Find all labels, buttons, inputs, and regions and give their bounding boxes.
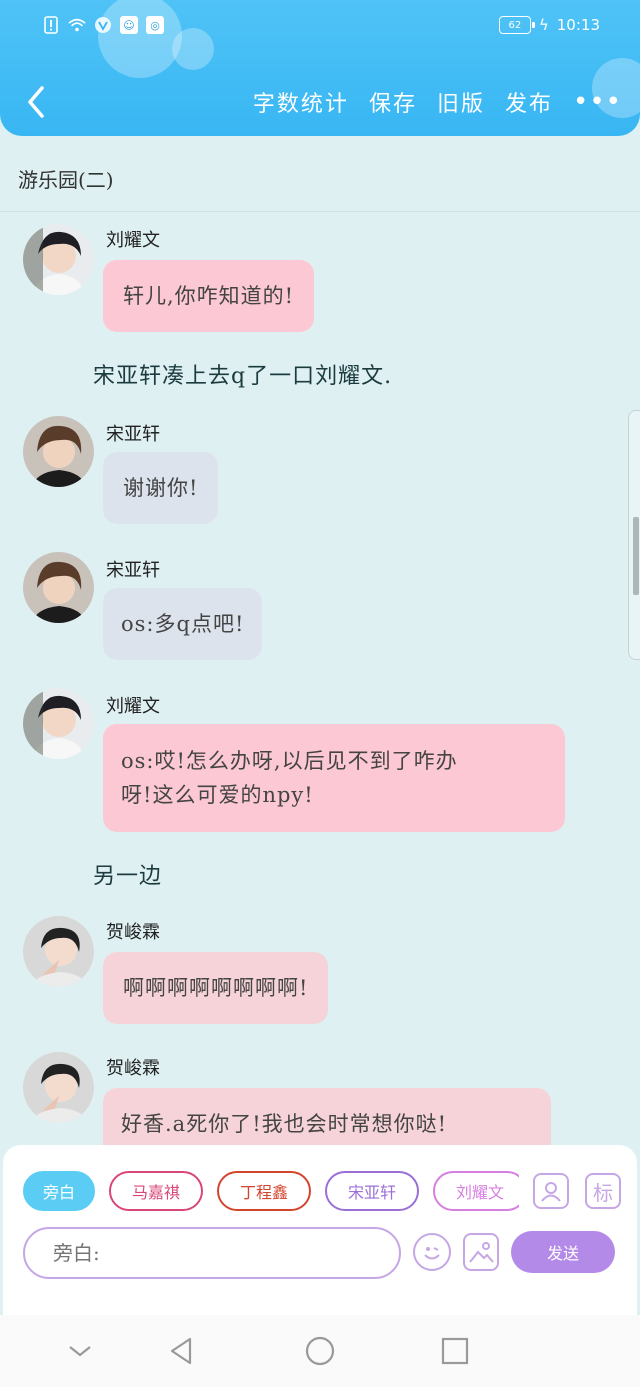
role-chip[interactable]: 马嘉祺 bbox=[109, 1171, 203, 1211]
role-chip-narrator[interactable]: 旁白 bbox=[23, 1171, 95, 1211]
wifi-icon bbox=[68, 16, 86, 34]
sim-alert-icon bbox=[42, 16, 60, 34]
avatar[interactable] bbox=[23, 552, 94, 623]
vpn-icon bbox=[94, 16, 112, 34]
message-bubble[interactable]: 谢谢你! bbox=[103, 452, 219, 524]
system-navigation-bar bbox=[0, 1315, 640, 1387]
clock: 10:13 bbox=[556, 16, 600, 34]
composer-panel: 旁白 马嘉祺 丁程鑫 宋亚轩 刘耀文 标 发送 bbox=[3, 1145, 637, 1315]
nav-home-button[interactable] bbox=[302, 1333, 338, 1369]
circle-home-icon bbox=[305, 1336, 335, 1366]
chapter-title[interactable]: 游乐园(二) bbox=[18, 164, 114, 193]
status-bar: ☺ ◎ 62 ϟ 10:13 bbox=[0, 0, 640, 56]
word-count-button[interactable]: 字数统计 bbox=[253, 86, 349, 118]
narration-text[interactable]: 宋亚轩凑上去q了一口刘耀文. bbox=[93, 358, 392, 390]
person-card-icon bbox=[541, 1182, 561, 1202]
scrollbar-thumb[interactable] bbox=[633, 517, 639, 595]
sender-name: 贺峻霖 bbox=[106, 922, 160, 943]
chevron-down-icon bbox=[69, 1346, 91, 1357]
message-bubble[interactable]: os:多q点吧! bbox=[103, 588, 263, 660]
avatar[interactable] bbox=[23, 416, 94, 487]
nav-back-button[interactable] bbox=[164, 1333, 200, 1369]
message-line: os:哎!怎么办呀,以后见不到了咋办 bbox=[121, 749, 458, 773]
back-button[interactable] bbox=[22, 82, 52, 122]
tag-button[interactable]: 标 bbox=[585, 1173, 621, 1209]
more-button[interactable]: ••• bbox=[573, 89, 622, 115]
narration-text[interactable]: 另一边 bbox=[93, 858, 162, 890]
message-bubble[interactable]: 轩儿,你咋知道的! bbox=[103, 260, 315, 332]
old-version-button[interactable]: 旧版 bbox=[437, 86, 485, 118]
avatar[interactable] bbox=[23, 1052, 94, 1123]
emoji-icon bbox=[424, 1247, 440, 1260]
publish-button[interactable]: 发布 bbox=[505, 86, 553, 118]
scrollbar[interactable] bbox=[628, 410, 640, 660]
charging-icon: ϟ bbox=[538, 16, 549, 34]
message-input[interactable] bbox=[23, 1227, 401, 1279]
status-right: 62 ϟ 10:13 bbox=[498, 16, 600, 34]
message-bubble[interactable]: 啊啊啊啊啊啊啊啊! bbox=[103, 952, 329, 1024]
top-app-bar: ☺ ◎ 62 ϟ 10:13 字数统计 保存 旧版 发布 ••• bbox=[0, 0, 640, 136]
role-chip[interactable]: 宋亚轩 bbox=[325, 1171, 419, 1211]
chevron-left-icon bbox=[28, 86, 44, 118]
save-button[interactable]: 保存 bbox=[369, 86, 417, 118]
image-button[interactable] bbox=[463, 1233, 499, 1271]
avatar[interactable] bbox=[23, 688, 94, 759]
send-button[interactable]: 发送 bbox=[511, 1231, 615, 1273]
sender-name: 刘耀文 bbox=[106, 696, 160, 717]
square-recents-icon bbox=[441, 1337, 469, 1365]
sender-name: 宋亚轩 bbox=[106, 424, 160, 445]
role-chip[interactable]: 丁程鑫 bbox=[217, 1171, 311, 1211]
role-selector: 旁白 马嘉祺 丁程鑫 宋亚轩 刘耀文 bbox=[23, 1171, 519, 1211]
header-actions: 字数统计 保存 旧版 发布 ••• bbox=[253, 86, 622, 118]
chapter-title-bar: 游乐园(二) bbox=[0, 140, 640, 212]
message-bubble[interactable]: os:哎!怎么办呀,以后见不到了咋办 呀!这么可爱的npy! bbox=[103, 724, 565, 832]
sender-name: 宋亚轩 bbox=[106, 560, 160, 581]
avatar[interactable] bbox=[23, 916, 94, 987]
status-icons: ☺ ◎ bbox=[42, 16, 164, 34]
battery-icon: 62 bbox=[498, 16, 535, 34]
sender-name: 刘耀文 bbox=[106, 230, 160, 251]
hide-keyboard-button[interactable] bbox=[62, 1333, 98, 1369]
emoji-button[interactable] bbox=[413, 1233, 451, 1271]
role-chip[interactable]: 刘耀文 bbox=[433, 1171, 519, 1211]
nav-recents-button[interactable] bbox=[437, 1333, 473, 1369]
image-icon bbox=[469, 1242, 494, 1263]
sender-name: 贺峻霖 bbox=[106, 1058, 160, 1079]
message-line: 呀!这么可爱的npy! bbox=[121, 783, 314, 807]
app-notification-icon: ☺ bbox=[120, 16, 138, 34]
app-notification-icon: ◎ bbox=[146, 16, 164, 34]
avatar[interactable] bbox=[23, 224, 94, 295]
triangle-back-icon bbox=[170, 1337, 192, 1365]
add-role-button[interactable] bbox=[533, 1173, 569, 1209]
